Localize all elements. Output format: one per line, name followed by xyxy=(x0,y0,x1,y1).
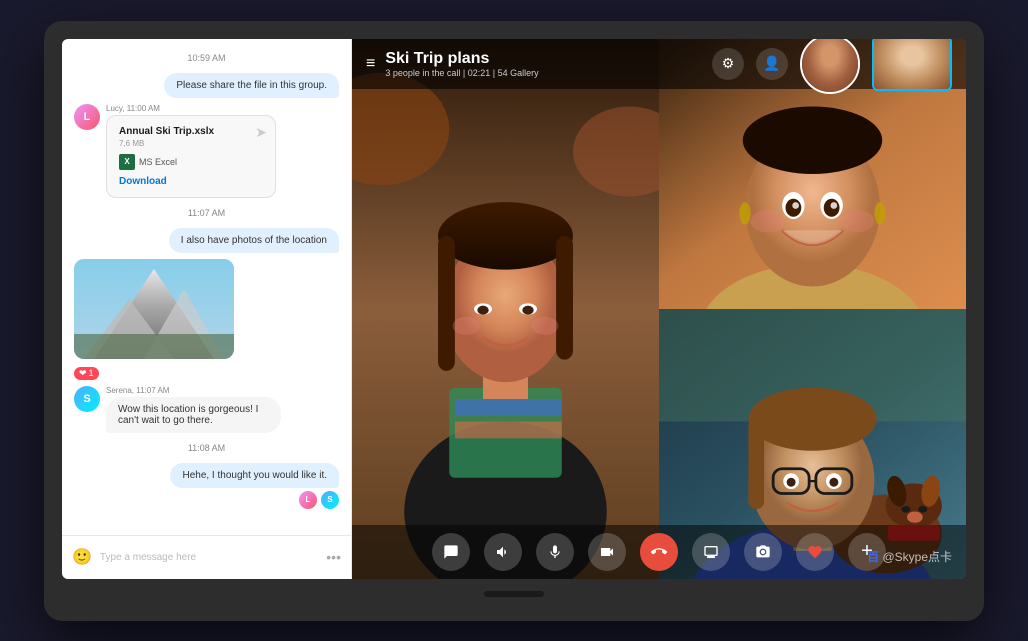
chat-input-bar: 🙂 Type a message here ••• xyxy=(62,535,351,579)
topbar-right: ⚙ 👤 xyxy=(712,39,952,94)
volume-button[interactable] xyxy=(484,533,522,571)
more-options-icon[interactable]: ••• xyxy=(326,549,341,565)
file-app-row: X MS Excel xyxy=(119,154,263,170)
bubble-right-2: I also have photos of the location xyxy=(169,228,339,253)
bubble-right-1: Please share the file in this group. xyxy=(164,73,339,98)
avatar-serena: S xyxy=(74,386,100,412)
react-heart-button[interactable] xyxy=(796,533,834,571)
reaction-heart: ❤ 1 xyxy=(74,367,99,380)
laptop-notch xyxy=(484,591,544,597)
bubble-right-3: Hehe, I thought you would like it. xyxy=(170,463,339,488)
hamburger-icon[interactable]: ≡ xyxy=(366,55,375,73)
call-subtitle: 3 people in the call | 02:21 | 54 Galler… xyxy=(385,68,538,78)
video-area: ≡ Ski Trip plans 3 people in the call | … xyxy=(352,39,966,579)
end-call-button[interactable] xyxy=(640,533,678,571)
participant-thumb-1[interactable] xyxy=(800,39,860,94)
sender-name-serena: Serena, 11:07 AM xyxy=(106,386,339,395)
chat-messages: 10:59 AM Please share the file in this g… xyxy=(62,39,351,535)
heart-emoji: ❤ xyxy=(79,368,87,379)
avatar-small-1: L xyxy=(299,491,317,509)
file-size: 7,6 MB xyxy=(119,139,263,148)
lucy-message-content: Lucy, 11:00 AM ➤ Annual Ski Trip.xslx 7,… xyxy=(106,104,339,198)
watermark: 百 @Skype点卡 xyxy=(867,548,952,565)
timestamp-1: 10:59 AM xyxy=(74,53,339,63)
video-cell-main xyxy=(352,39,659,579)
watermark-text: @Skype点卡 xyxy=(882,550,952,564)
reaction-row: ❤ 1 xyxy=(74,367,339,380)
file-app-label: MS Excel xyxy=(139,157,177,167)
call-topbar: ≡ Ski Trip plans 3 people in the call | … xyxy=(352,39,966,89)
download-button[interactable]: Download xyxy=(119,176,263,187)
snapshot-button[interactable] xyxy=(744,533,782,571)
call-title-group: Ski Trip plans 3 people in the call | 02… xyxy=(385,50,538,78)
gear-icon[interactable]: ⚙ xyxy=(712,48,744,80)
chat-input-field[interactable]: Type a message here xyxy=(100,552,318,563)
chat-toggle-button[interactable] xyxy=(432,533,470,571)
mountain-svg xyxy=(74,259,234,359)
reaction-count: 1 xyxy=(89,368,94,378)
laptop-bottom xyxy=(62,579,966,609)
laptop-outer: 10:59 AM Please share the file in this g… xyxy=(44,21,984,621)
timestamp-4: 11:08 AM xyxy=(74,443,339,453)
laptop-screen: 10:59 AM Please share the file in this g… xyxy=(62,39,966,579)
camera-button[interactable] xyxy=(588,533,626,571)
serena-message-content: Serena, 11:07 AM Wow this location is go… xyxy=(106,386,339,433)
call-title: Ski Trip plans xyxy=(385,50,538,68)
photo-bubble xyxy=(74,259,234,359)
timestamp-2: 11:07 AM xyxy=(74,208,339,218)
mic-button[interactable] xyxy=(536,533,574,571)
lucy-message-row: L Lucy, 11:00 AM ➤ Annual Ski Trip.xslx … xyxy=(74,104,339,198)
emoji-icon[interactable]: 🙂 xyxy=(72,547,92,567)
avatar-small-2: S xyxy=(321,491,339,509)
screen-share-button[interactable] xyxy=(692,533,730,571)
file-card: ➤ Annual Ski Trip.xslx 7,6 MB X MS Excel… xyxy=(106,115,276,198)
avatar-lucy: L xyxy=(74,104,100,130)
excel-icon: X xyxy=(119,154,135,170)
watermark-baidu: 百 xyxy=(867,550,879,564)
main-video-grid xyxy=(352,39,966,579)
participant-thumb-2[interactable] xyxy=(872,39,952,92)
bubble-left-serena: Wow this location is gorgeous! I can't w… xyxy=(106,397,281,433)
add-person-icon[interactable]: 👤 xyxy=(756,48,788,80)
file-title: Annual Ski Trip.xslx xyxy=(119,126,263,137)
chat-panel: 10:59 AM Please share the file in this g… xyxy=(62,39,352,579)
sender-name-lucy: Lucy, 11:00 AM xyxy=(106,104,339,113)
forward-icon[interactable]: ➤ xyxy=(255,124,267,141)
serena-message-row: S Serena, 11:07 AM Wow this location is … xyxy=(74,386,339,433)
